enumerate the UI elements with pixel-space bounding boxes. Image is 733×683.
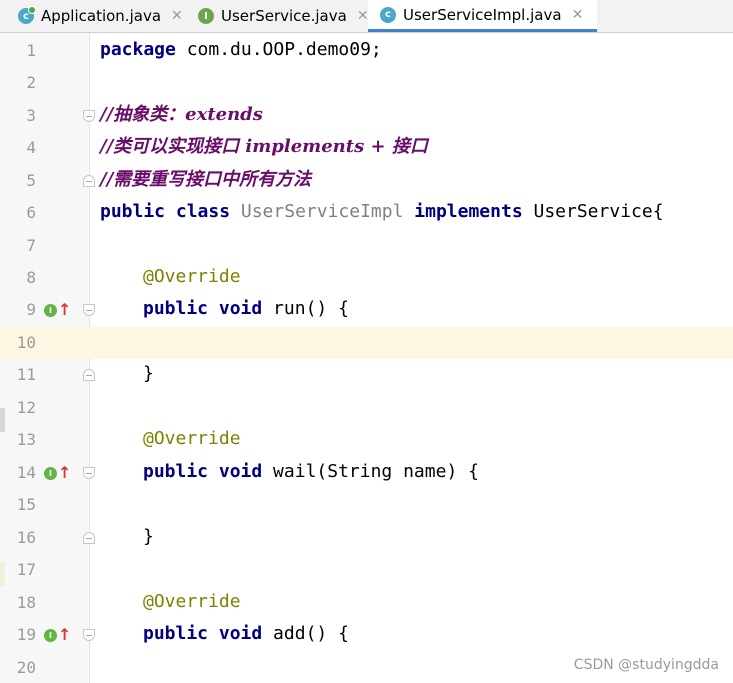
- interface-method-icon: I: [44, 303, 57, 317]
- line-number: 20: [16, 658, 36, 677]
- code-line: public void wail(String name) {: [143, 460, 479, 484]
- arrow-up-icon: ↑: [58, 300, 72, 319]
- caret-line-highlight: [90, 327, 733, 359]
- tab-label: UserService.java: [221, 7, 347, 25]
- line-number: 11: [16, 365, 36, 384]
- interface-method-icon: I: [44, 466, 57, 480]
- comment-line: //类可以实现接口 implements + 接口: [100, 136, 428, 157]
- line-number: 14: [16, 463, 36, 482]
- line-number: 18: [16, 593, 36, 612]
- code-text: UserService{: [522, 201, 664, 222]
- code-line: public void run() {: [143, 297, 349, 321]
- close-icon[interactable]: ✕: [357, 8, 369, 24]
- line-number: 12: [16, 398, 36, 417]
- line-number: 19: [16, 625, 36, 644]
- line-number: 2: [26, 73, 36, 92]
- watermark: CSDN @studyingdda: [573, 657, 719, 673]
- code-text: wail(String name) {: [262, 461, 479, 482]
- keyword: package: [100, 39, 176, 60]
- tab-label: Application.java: [41, 7, 162, 25]
- class-name: UserServiceImpl: [230, 201, 415, 222]
- class-icon: c: [380, 6, 396, 23]
- code-line: package com.du.OOP.demo09;: [100, 38, 382, 62]
- line-number: 7: [26, 236, 36, 255]
- arrow-up-icon: ↑: [58, 463, 72, 482]
- line-number: 9: [26, 300, 36, 319]
- tab-application-java[interactable]: c Application.java ✕: [18, 0, 183, 32]
- code-editor[interactable]: package com.du.OOP.demo09; //抽象类：extends…: [90, 33, 733, 683]
- keyword: public class: [100, 201, 231, 222]
- line-number: 5: [26, 171, 36, 190]
- close-icon[interactable]: ✕: [171, 8, 183, 24]
- annotation: @Override: [143, 591, 241, 612]
- tab-userserviceimpl-java[interactable]: c UserServiceImpl.java ✕: [368, 0, 598, 32]
- comment-line: //抽象类：extends: [100, 104, 263, 125]
- line-number: 17: [16, 560, 36, 579]
- close-icon[interactable]: ✕: [572, 7, 584, 23]
- line-number: 13: [16, 430, 36, 449]
- line-number: 3: [26, 106, 36, 125]
- tab-label: UserServiceImpl.java: [403, 5, 562, 24]
- editor-tab-bar: c Application.java ✕ I UserService.java …: [0, 0, 733, 33]
- code-line: public class UserServiceImpl implements …: [100, 200, 664, 224]
- arrow-up-icon: ↑: [58, 625, 72, 644]
- code-line: public void add() {: [143, 622, 349, 646]
- tab-userservice-java[interactable]: I UserService.java ✕: [198, 0, 369, 32]
- comment-line: //需要重写接口中所有方法: [100, 169, 312, 190]
- annotation: @Override: [143, 266, 241, 287]
- line-number: 16: [16, 528, 36, 547]
- line-number: 8: [26, 268, 36, 287]
- line-number: 4: [26, 138, 36, 157]
- interface-icon: I: [198, 8, 214, 24]
- closing-brace: }: [143, 526, 154, 547]
- keyword: implements: [414, 201, 523, 222]
- keyword: public void: [143, 298, 263, 319]
- implements-method-marker[interactable]: I ↑: [44, 465, 71, 481]
- implements-method-marker[interactable]: I ↑: [44, 627, 71, 643]
- editor-gutter[interactable]: 1 2 3 4 5 6 7 8 9 10 11 12 13 14 15 16 1…: [0, 33, 95, 683]
- code-text: add() {: [262, 623, 349, 644]
- line-number: 1: [26, 41, 36, 60]
- keyword: public void: [143, 461, 263, 482]
- keyword: public void: [143, 623, 263, 644]
- annotation: @Override: [143, 428, 241, 449]
- code-text: run() {: [262, 298, 349, 319]
- interface-method-icon: I: [44, 628, 57, 642]
- line-number: 15: [16, 495, 36, 514]
- main-class-icon: c: [18, 6, 36, 24]
- line-number: 10: [16, 333, 36, 352]
- closing-brace: }: [143, 363, 154, 384]
- line-number: 6: [26, 203, 36, 222]
- implements-method-marker[interactable]: I ↑: [44, 302, 71, 318]
- code-text: com.du.OOP.demo09;: [175, 39, 382, 60]
